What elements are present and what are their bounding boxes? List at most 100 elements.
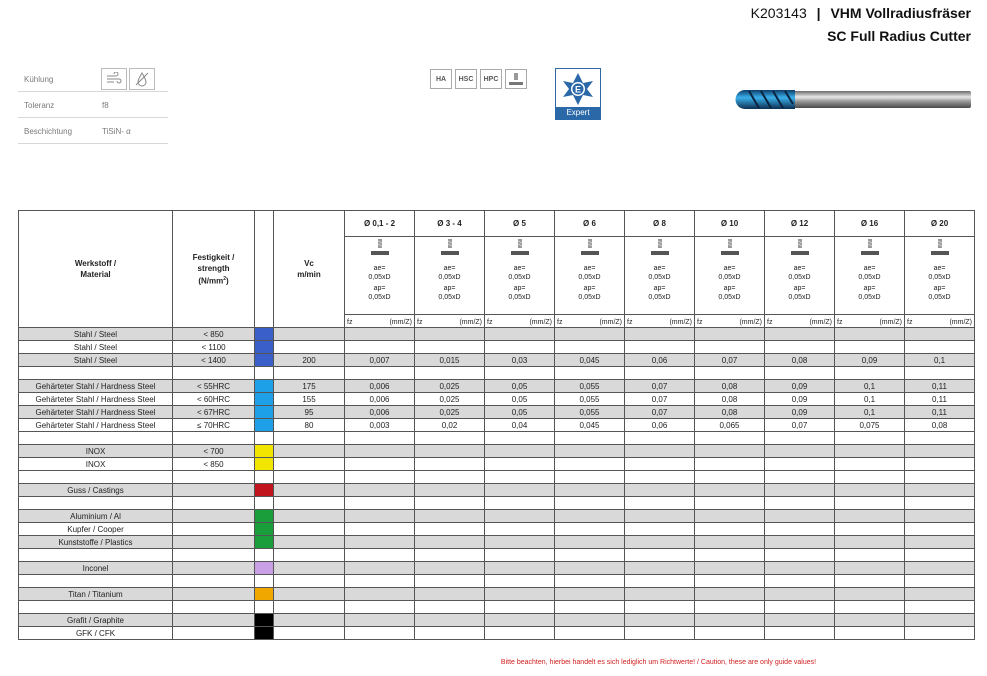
fz-value-cell [484, 327, 555, 341]
milling-op-icon-cell [764, 236, 835, 263]
vc-cell [273, 509, 345, 523]
strength-cell: < 55HRC [172, 379, 255, 393]
fz-value-cell: 0,006 [344, 392, 415, 406]
strength-cell [172, 522, 255, 536]
hpc-badge: HPC [480, 69, 502, 89]
fz-value-cell [764, 626, 835, 640]
fz-value-cell [834, 548, 905, 562]
diameter-header: Ø 12 [764, 210, 835, 237]
ae-value: 0,05xD [928, 273, 951, 281]
fz-unit: (mm/Z) [809, 319, 832, 326]
fz-value-cell [904, 574, 975, 588]
ae-cell: ae= 0,05xD [624, 262, 695, 283]
material-color-swatch [254, 561, 274, 575]
table-row: Kunststoffe / Plastics [18, 535, 975, 549]
fz-value-cell [484, 600, 555, 614]
ae-label: ae= [653, 264, 666, 272]
ae-cell: ae= 0,05xD [904, 262, 975, 283]
table-row: Stahl / Steel < 850 [18, 327, 975, 341]
ap-value: 0,05xD [858, 293, 881, 301]
diameter-header: Ø 20 [904, 210, 975, 237]
fz-value-cell [484, 366, 555, 380]
fz-value-cell [764, 327, 835, 341]
fz-value-cell [764, 496, 835, 510]
fz-value-cell [694, 574, 765, 588]
fz-value-cell [554, 613, 625, 627]
material-color-swatch [254, 470, 274, 484]
material-cell: Titan / Titanium [18, 587, 173, 601]
fz-value-cell [834, 483, 905, 497]
milling-icon [860, 239, 879, 256]
fz-value-cell [694, 470, 765, 484]
fz-value-cell: 0,1 [904, 353, 975, 367]
vc-cell: 95 [273, 405, 345, 419]
strength-cell [172, 496, 255, 510]
table-row: Titan / Titanium [18, 587, 975, 601]
material-color-swatch [254, 509, 274, 523]
fz-value-cell [694, 522, 765, 536]
fz-value-cell: 0,006 [344, 379, 415, 393]
strength-cell [172, 366, 255, 380]
ae-cell: ae= 0,05xD [414, 262, 485, 283]
fz-header-cell: fz (mm/Z) [764, 314, 835, 328]
material-cell: INOX [18, 444, 173, 458]
fz-unit: (mm/Z) [949, 319, 972, 326]
fz-value-cell [834, 522, 905, 536]
diameter-header: Ø 8 [624, 210, 695, 237]
fz-header-cell: fz (mm/Z) [414, 314, 485, 328]
col-strength-l2: strength [197, 263, 230, 273]
ae-value: 0,05xD [788, 273, 811, 281]
material-color-swatch [254, 574, 274, 588]
fz-value-cell: 0,02 [414, 418, 485, 432]
fz-value-cell [344, 522, 415, 536]
table-row: Gehärteter Stahl / Hardness Steel ≤ 70HRC… [18, 418, 975, 432]
fz-value-cell [834, 509, 905, 523]
fz-value-cell [484, 483, 555, 497]
ap-label: ap= [933, 284, 946, 292]
fz-value-cell [554, 457, 625, 471]
spacer-row [18, 366, 975, 380]
product-title-line: K203143 | VHM Vollradiusfräser [751, 4, 971, 23]
fz-value-cell [694, 509, 765, 523]
fz-value-cell [414, 340, 485, 354]
fz-value-cell: 0,05 [484, 392, 555, 406]
milling-icon [580, 239, 599, 256]
fz-value-cell [484, 535, 555, 549]
fz-unit: (mm/Z) [599, 319, 622, 326]
fz-value-cell [624, 431, 695, 445]
material-cell [18, 366, 173, 380]
fz-value-cell: 0,06 [624, 418, 695, 432]
hsc-badge: HSC [455, 69, 477, 89]
fz-value-cell: 0,003 [344, 418, 415, 432]
vc-cell [273, 457, 345, 471]
milling-op-icon-cell [834, 236, 905, 263]
ap-cell: ap= 0,05xD [484, 282, 555, 303]
strength-cell [172, 626, 255, 640]
fz-value-cell [344, 613, 415, 627]
col-strength-l4: ) [226, 276, 229, 286]
property-key: Kühlung [24, 75, 54, 84]
col-strength-l3: (N/mm [198, 276, 224, 286]
fz-value-cell [554, 483, 625, 497]
fz-value-cell: 0,08 [694, 392, 765, 406]
milling-op-icon-cell [414, 236, 485, 263]
fz-label: fz [557, 319, 563, 326]
fz-value-cell [834, 587, 905, 601]
fz-value-cell: 0,07 [624, 392, 695, 406]
fz-value-cell [764, 522, 835, 536]
ae-cell: ae= 0,05xD [694, 262, 765, 283]
fz-value-cell [904, 561, 975, 575]
fz-value-cell [414, 509, 485, 523]
property-value: f8 [102, 101, 109, 110]
table-row: Grafit / Graphite [18, 613, 975, 627]
col-strength-l1: Festigkeit / [192, 252, 235, 262]
fz-value-cell: 0,055 [554, 379, 625, 393]
fz-value-cell [484, 470, 555, 484]
fz-value-cell [764, 561, 835, 575]
material-color-swatch [254, 496, 274, 510]
spacer-row [18, 431, 975, 445]
fz-value-cell: 0,05 [484, 379, 555, 393]
ap-label: ap= [443, 284, 456, 292]
fz-value-cell [764, 548, 835, 562]
product-header: K203143 | VHM Vollradiusfräser SC Full R… [751, 4, 971, 46]
